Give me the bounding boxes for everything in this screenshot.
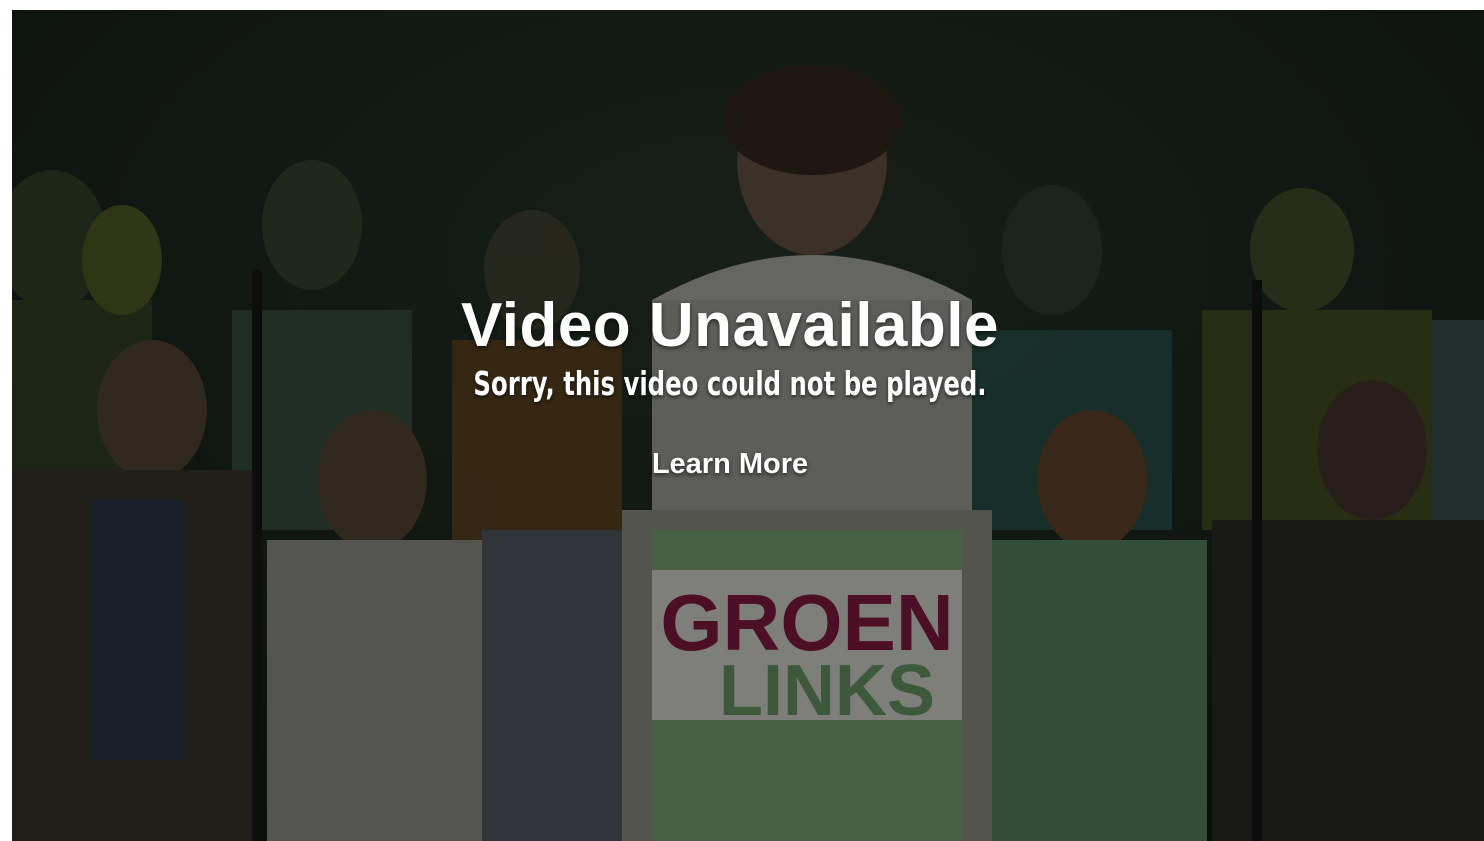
error-message: Video Unavailable Sorry, this video coul…	[0, 288, 1472, 481]
learn-more-link[interactable]: Learn More	[652, 448, 808, 481]
error-title: Video Unavailable	[460, 291, 999, 360]
error-subtitle: Sorry, this video could not be played.	[473, 364, 987, 403]
